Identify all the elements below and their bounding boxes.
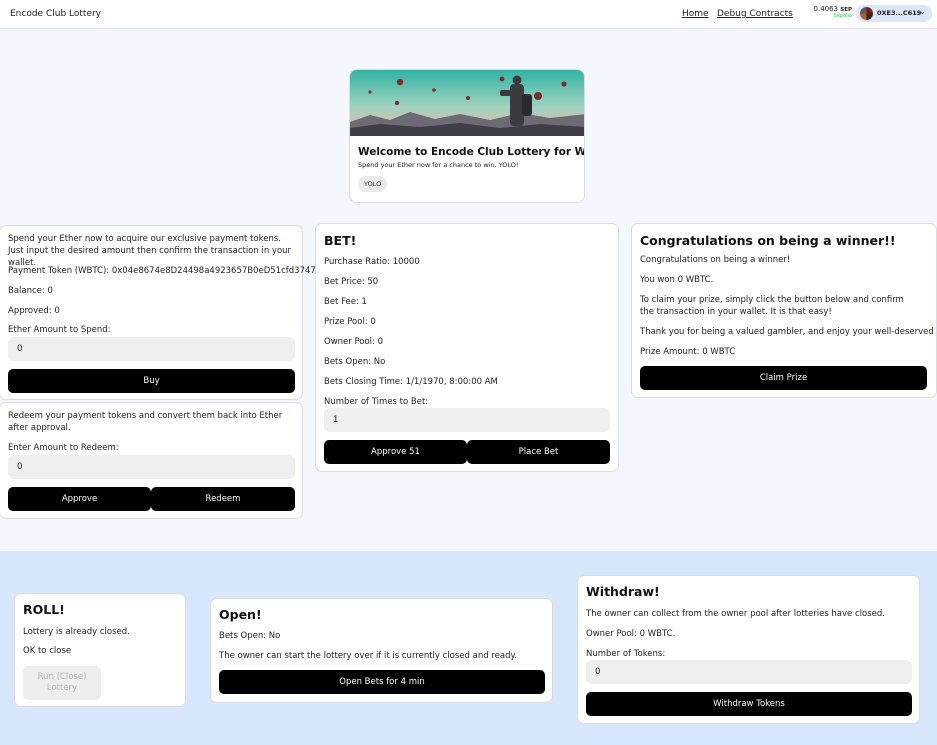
run-close-lottery-button[interactable]: Run (Close) Lottery — [23, 666, 101, 700]
tokens-label: Number of Tokens: — [586, 649, 666, 659]
winner-congrats: Congratulations on being a winner! — [640, 255, 791, 265]
welcome-card: Welcome to Encode Club Lottery for Winne… — [349, 69, 585, 203]
roll-title: ROLL! — [23, 602, 65, 617]
prize-pool: Prize Pool: 0 — [324, 317, 376, 327]
yolo-chip: YOLO — [358, 176, 388, 192]
owner-pool: Owner Pool: 0 — [324, 337, 384, 347]
redeem-button[interactable]: Redeem — [151, 487, 295, 511]
withdraw-card: Withdraw! The owner can collect from the… — [577, 575, 920, 724]
token-balance: Balance: 0 — [8, 286, 53, 296]
withdraw-owner-pool: Owner Pool: 0 WBTC. — [586, 629, 676, 639]
purchase-ratio: Purchase Ratio: 10000 — [324, 257, 420, 267]
open-bets-button[interactable]: Open Bets for 4 min — [219, 670, 545, 694]
approve-bet-button[interactable]: Approve 51 — [324, 440, 467, 464]
bet-title: BET! — [324, 233, 357, 248]
wallet-button[interactable]: 0XE3...C619 ⌄ — [856, 5, 932, 22]
welcome-subtitle: Spend your Ether now for a chance to win… — [358, 161, 519, 169]
nav-home-link[interactable]: Home — [682, 9, 709, 19]
times-to-bet-label: Number of Times to Bet: — [324, 397, 429, 407]
open-bets-status: Bets Open: No — [219, 631, 281, 641]
winner-card: Congratulations on being a winner!! Cong… — [631, 223, 937, 398]
nav-debug-contracts-link[interactable]: Debug Contracts — [717, 9, 793, 19]
withdraw-title: Withdraw! — [586, 584, 660, 599]
redeem-tokens-card: Redeem your payment tokens and convert t… — [0, 402, 303, 519]
network-name: Sepolia — [833, 13, 852, 19]
top-navbar: Encode Club Lottery Home Debug Contracts… — [0, 0, 937, 29]
app-brand[interactable]: Encode Club Lottery — [10, 9, 101, 19]
winner-thanks: Thank you for being a valued gambler, an… — [640, 327, 937, 337]
buy-intro-text: Spend your Ether now to acquire our excl… — [8, 234, 292, 268]
welcome-title: Welcome to Encode Club Lottery for Winne… — [358, 146, 584, 158]
roll-card: ROLL! Lottery is already closed. OK to c… — [14, 593, 186, 707]
bets-closing-time: Bets Closing Time: 1/1/1970, 8:00:00 AM — [324, 377, 498, 387]
balance-amount: 0.4063 SEP — [812, 5, 852, 13]
ok-to-close: OK to close — [23, 646, 72, 656]
redeem-amount-label: Enter Amount to Redeem: — [8, 443, 119, 453]
avatar-icon — [860, 7, 873, 20]
buy-tokens-card: Spend your Ether now to acquire our excl… — [0, 225, 338, 400]
token-approved: Approved: 0 — [8, 306, 60, 316]
bet-price: Bet Price: 50 — [324, 277, 379, 287]
payment-token-address: Payment Token (WBTC): 0x04e8674e8D24498a… — [8, 266, 338, 276]
chevron-down-icon: ⌄ — [919, 7, 926, 16]
ether-amount-label: Ether Amount to Spend: — [8, 325, 111, 335]
winner-amount-won: You won 0 WBTC. — [640, 275, 714, 285]
lottery-status: Lottery is already closed. — [23, 627, 130, 637]
times-to-bet-input[interactable] — [324, 408, 610, 432]
bet-fee: Bet Fee: 1 — [324, 297, 367, 307]
prize-amount: Prize Amount: 0 WBTC — [640, 347, 736, 357]
place-bet-button[interactable]: Place Bet — [467, 440, 610, 464]
withdraw-tokens-input[interactable] — [586, 660, 912, 684]
withdraw-description: The owner can collect from the owner poo… — [586, 609, 885, 619]
balance-value: 0.4063 — [813, 5, 839, 13]
open-bets-card: Open! Bets Open: No The owner can start … — [210, 598, 553, 703]
hero-image — [350, 70, 584, 136]
redeem-amount-input[interactable] — [8, 455, 295, 479]
withdraw-tokens-button[interactable]: Withdraw Tokens — [586, 692, 912, 716]
redeem-intro-text: Redeem your payment tokens and convert t… — [8, 411, 283, 433]
wallet-address: 0XE3...C619 — [877, 9, 922, 17]
bet-card: BET! Purchase Ratio: 10000 Bet Price: 50… — [315, 223, 619, 472]
winner-title: Congratulations on being a winner!! — [640, 233, 896, 248]
claim-prize-button[interactable]: Claim Prize — [640, 366, 927, 390]
wallet-balance: 0.4063 SEP Sepolia — [812, 5, 852, 19]
winner-claim-instructions: To claim your prize, simply click the bu… — [640, 295, 904, 317]
open-description: The owner can start the lottery over if … — [219, 651, 517, 661]
open-title: Open! — [219, 607, 262, 622]
ether-amount-input[interactable] — [8, 337, 295, 361]
bets-open-status: Bets Open: No — [324, 357, 386, 367]
approve-redeem-button[interactable]: Approve — [8, 487, 151, 511]
buy-button[interactable]: Buy — [8, 369, 295, 393]
